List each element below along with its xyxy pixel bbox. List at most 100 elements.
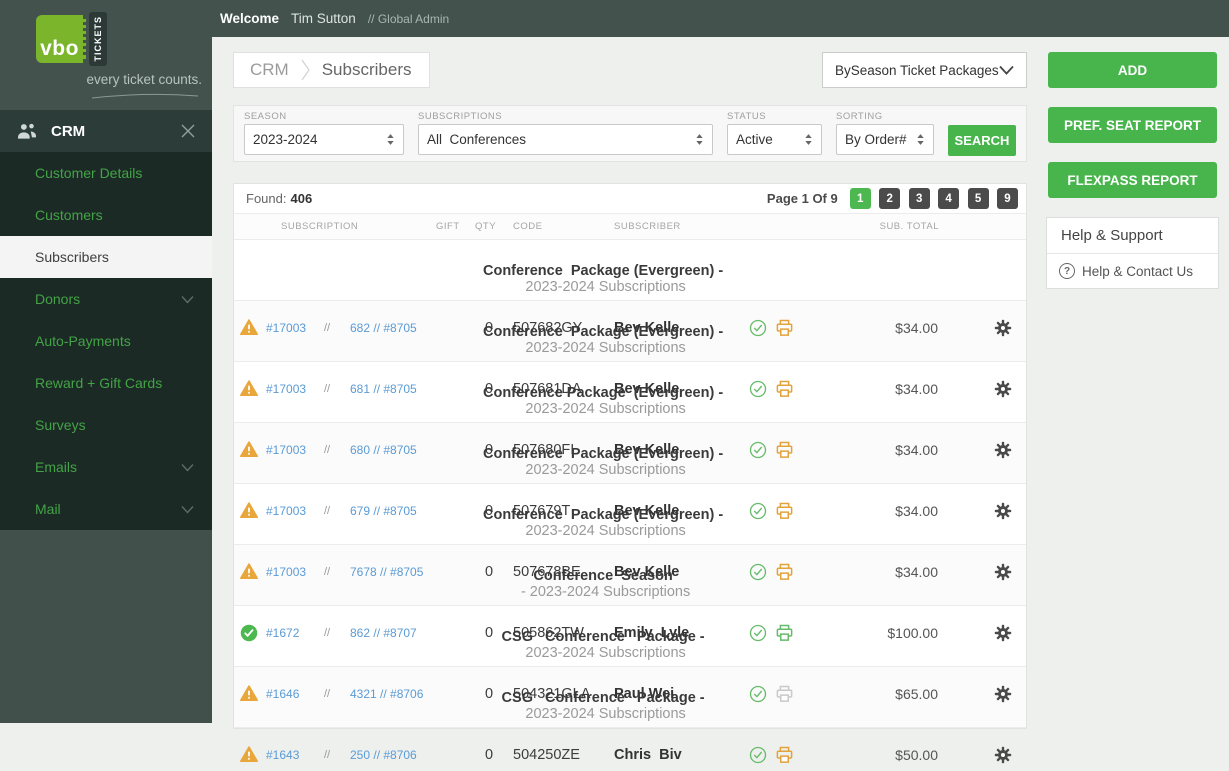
page-button[interactable]: 1 — [850, 188, 871, 209]
breadcrumb-current: Subscribers — [322, 60, 412, 80]
sidebar-item[interactable]: Surveys — [0, 404, 212, 446]
close-icon[interactable] — [180, 123, 196, 139]
subscriptions-select[interactable]: All Conferences — [418, 124, 713, 155]
subtotal-cell: $65.00 — [813, 686, 938, 702]
printer-icon-wrap[interactable] — [775, 563, 794, 581]
row-title-season: 2023-2024 Subscriptions — [525, 645, 685, 661]
confirmed-check-icon[interactable] — [749, 441, 767, 459]
gear-icon[interactable] — [994, 685, 1012, 703]
row-actions — [749, 624, 813, 642]
help-contact-link[interactable]: ? Help & Contact Us — [1047, 254, 1218, 288]
season-select[interactable]: 2023-2024 — [244, 124, 404, 155]
row-title-name: Conference Package (Evergreen) - — [483, 324, 723, 340]
printer-icon-wrap[interactable] — [775, 319, 794, 337]
username[interactable]: Tim Sutton — [291, 11, 356, 26]
ticket-link[interactable]: 679 // #8705 — [340, 504, 460, 518]
gear-icon[interactable] — [994, 502, 1012, 520]
order-link[interactable]: #1643 — [264, 748, 314, 762]
people-icon — [16, 122, 38, 140]
sidebar-item[interactable]: Emails — [0, 446, 212, 488]
gear-cell — [938, 746, 1026, 764]
sorting-select[interactable]: By Order# — [836, 124, 934, 155]
sidebar-item[interactable]: Customer Details — [0, 152, 212, 194]
brand-tagline: every ticket counts. — [0, 72, 202, 87]
package-type-select[interactable]: BySeason Ticket Packages — [822, 52, 1027, 88]
confirmed-check-icon[interactable] — [749, 502, 767, 520]
printer-icon-wrap[interactable] — [775, 380, 794, 398]
separator-text: // — [314, 688, 340, 700]
breadcrumb-parent[interactable]: CRM — [250, 60, 289, 80]
ticket-link[interactable]: 4321 // #8706 — [340, 687, 460, 701]
pref-seat-report-button[interactable]: PREF. SEAT REPORT — [1048, 107, 1217, 143]
gear-icon[interactable] — [994, 746, 1012, 764]
row-status-icon — [234, 624, 264, 642]
col-subscription: SUBSCRIPTION — [281, 221, 358, 232]
order-link[interactable]: #1646 — [264, 687, 314, 701]
confirmed-check-icon[interactable] — [749, 563, 767, 581]
add-button[interactable]: ADD — [1048, 52, 1217, 88]
ticket-link[interactable]: 862 // #8707 — [340, 626, 460, 640]
subtotal-cell: $34.00 — [813, 381, 938, 397]
sidebar-item[interactable]: Customers — [0, 194, 212, 236]
status-select[interactable]: Active — [727, 124, 822, 155]
order-link[interactable]: #17003 — [264, 504, 314, 518]
chevron-down-icon — [181, 463, 194, 472]
confirmed-check-icon[interactable] — [749, 624, 767, 642]
tickets-badge: TICKETS — [89, 12, 107, 66]
order-link[interactable]: #17003 — [264, 321, 314, 335]
separator-text: // — [314, 444, 340, 456]
sorting-field: SORTING By Order# — [836, 111, 934, 155]
printer-icon-wrap[interactable] — [775, 746, 794, 764]
sidebar-item[interactable]: Donors — [0, 278, 212, 320]
gear-cell — [938, 685, 1026, 703]
ticket-link[interactable]: 250 // #8706 — [340, 748, 460, 762]
sidebar-item[interactable]: Subscribers — [0, 236, 212, 278]
gear-icon[interactable] — [994, 563, 1012, 581]
order-link[interactable]: #1672 — [264, 626, 314, 640]
order-link[interactable]: #17003 — [264, 565, 314, 579]
ticket-link[interactable]: 7678 // #8705 — [340, 565, 460, 579]
col-gift: GIFT — [436, 221, 460, 232]
confirmed-check-icon[interactable] — [749, 746, 767, 764]
sidebar-header-crm: CRM — [0, 110, 212, 152]
ticket-link[interactable]: 681 // #8705 — [340, 382, 460, 396]
sidebar-item[interactable]: Mail — [0, 488, 212, 530]
page-button[interactable]: 5 — [968, 188, 989, 209]
sorting-value: By Order# — [845, 132, 916, 147]
order-link[interactable]: #17003 — [264, 443, 314, 457]
gear-icon[interactable] — [994, 624, 1012, 642]
page-button[interactable]: 4 — [938, 188, 959, 209]
topbar: Welcome Tim Sutton // Global Admin — [212, 0, 1229, 37]
row-title-season: 2023-2024 Subscriptions — [525, 523, 685, 539]
printer-icon-wrap[interactable] — [775, 624, 794, 642]
row-title-name: Conference Season — [533, 568, 672, 584]
ticket-link[interactable]: 682 // #8705 — [340, 321, 460, 335]
page-button[interactable]: 9 — [997, 188, 1018, 209]
printer-icon-wrap[interactable] — [775, 685, 794, 703]
confirmed-check-icon[interactable] — [749, 685, 767, 703]
sidebar-item-label: Customer Details — [35, 165, 194, 181]
confirmed-check-icon[interactable] — [749, 380, 767, 398]
gear-icon[interactable] — [994, 319, 1012, 337]
sort-arrows-icon — [916, 133, 925, 146]
order-link[interactable]: #17003 — [264, 382, 314, 396]
row-status-icon — [234, 685, 264, 702]
sidebar-item[interactable]: Auto-Payments — [0, 320, 212, 362]
search-button[interactable]: SEARCH — [948, 125, 1016, 156]
gear-icon[interactable] — [994, 441, 1012, 459]
page-button[interactable]: 2 — [879, 188, 900, 209]
printer-icon-wrap[interactable] — [775, 502, 794, 520]
page-button[interactable]: 3 — [909, 188, 930, 209]
vbo-logo: vbo — [36, 15, 86, 63]
flexpass-report-button[interactable]: FLEXPASS REPORT — [1048, 162, 1217, 198]
col-code: CODE — [513, 221, 542, 232]
filter-panel: SEASON 2023-2024 SUBSCRIPTIONS All Confe… — [233, 105, 1027, 162]
sidebar-item[interactable]: Reward + Gift Cards — [0, 362, 212, 404]
found-count: 406 — [290, 191, 766, 206]
confirmed-check-icon[interactable] — [749, 319, 767, 337]
gear-icon[interactable] — [994, 380, 1012, 398]
gear-cell — [938, 502, 1026, 520]
ticket-link[interactable]: 680 // #8705 — [340, 443, 460, 457]
printer-icon-wrap[interactable] — [775, 441, 794, 459]
found-bar: Found: 406 Page 1 Of 9 1 2 3 4 5 9 — [234, 184, 1026, 214]
